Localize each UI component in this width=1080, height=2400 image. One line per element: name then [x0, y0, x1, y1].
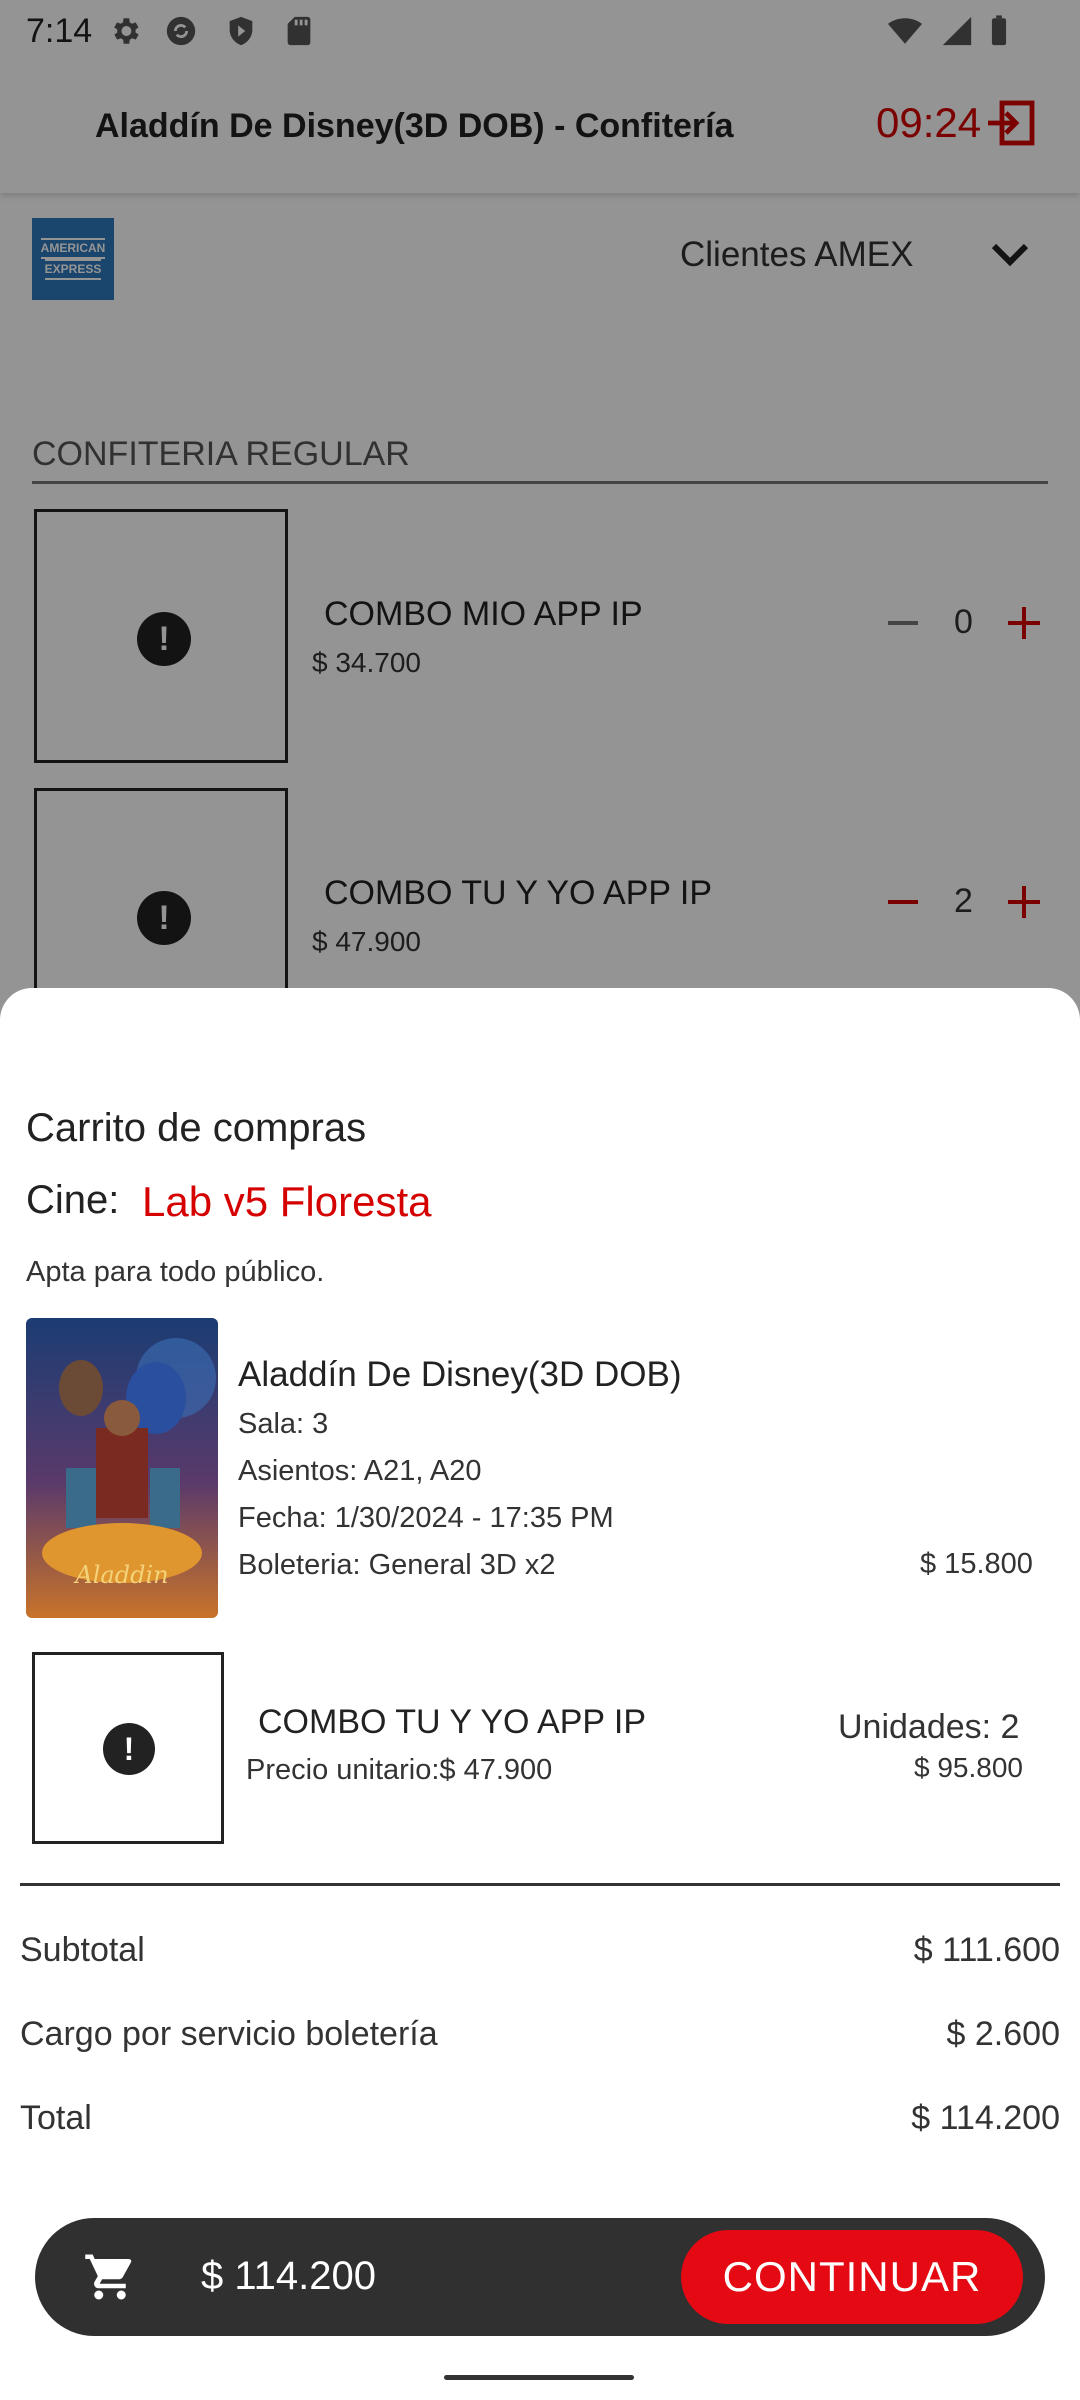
cine-label: Cine:	[26, 1178, 120, 1222]
cine-name: Lab v5 Floresta	[142, 1178, 432, 1225]
combo-total: $ 95.800	[914, 1752, 1023, 1783]
combo-image-placeholder: !	[32, 1652, 224, 1844]
movie-poster: Aladdin	[26, 1318, 218, 1618]
movie-sala: Sala: 3	[238, 1408, 329, 1440]
service-fee-value: $ 2.600	[946, 2015, 1060, 2053]
age-rating: Apta para todo público.	[26, 1256, 325, 1288]
ticket-price: $ 15.800	[920, 1548, 1033, 1580]
cart-title: Carrito de compras	[26, 1106, 367, 1150]
cart-icon[interactable]	[81, 2250, 139, 2304]
continue-button[interactable]: CONTINUAR	[681, 2230, 1023, 2324]
combo-units: Unidades: 2	[838, 1708, 1020, 1746]
subtotal-label: Subtotal	[20, 1931, 145, 1969]
service-fee-label: Cargo por servicio boletería	[20, 2015, 438, 2053]
total-value: $ 114.200	[911, 2099, 1060, 2137]
cart-bottom-sheet: Carrito de compras Cine: Lab v5 Floresta…	[0, 988, 1080, 2400]
movie-date: Fecha: 1/30/2024 - 17:35 PM	[238, 1502, 614, 1534]
subtotal-value: $ 111.600	[913, 1931, 1060, 1969]
combo-name: COMBO TU Y YO APP IP	[258, 1703, 647, 1741]
movie-title: Aladdín De Disney(3D DOB)	[238, 1355, 682, 1394]
gesture-bar[interactable]	[444, 2375, 634, 2380]
combo-unit-price: Precio unitario:$ 47.900	[246, 1754, 553, 1786]
total-label: Total	[20, 2099, 92, 2137]
alert-icon: !	[103, 1723, 155, 1775]
movie-seats: Asientos: A21, A20	[238, 1455, 482, 1487]
bar-total: $ 114.200	[201, 2254, 376, 2298]
checkout-bar: $ 114.200 CONTINUAR	[35, 2218, 1045, 2336]
poster-title: Aladdin	[73, 1561, 168, 1589]
summary-divider	[20, 1883, 1060, 1886]
movie-tickets: Boleteria: General 3D x2	[238, 1549, 556, 1581]
